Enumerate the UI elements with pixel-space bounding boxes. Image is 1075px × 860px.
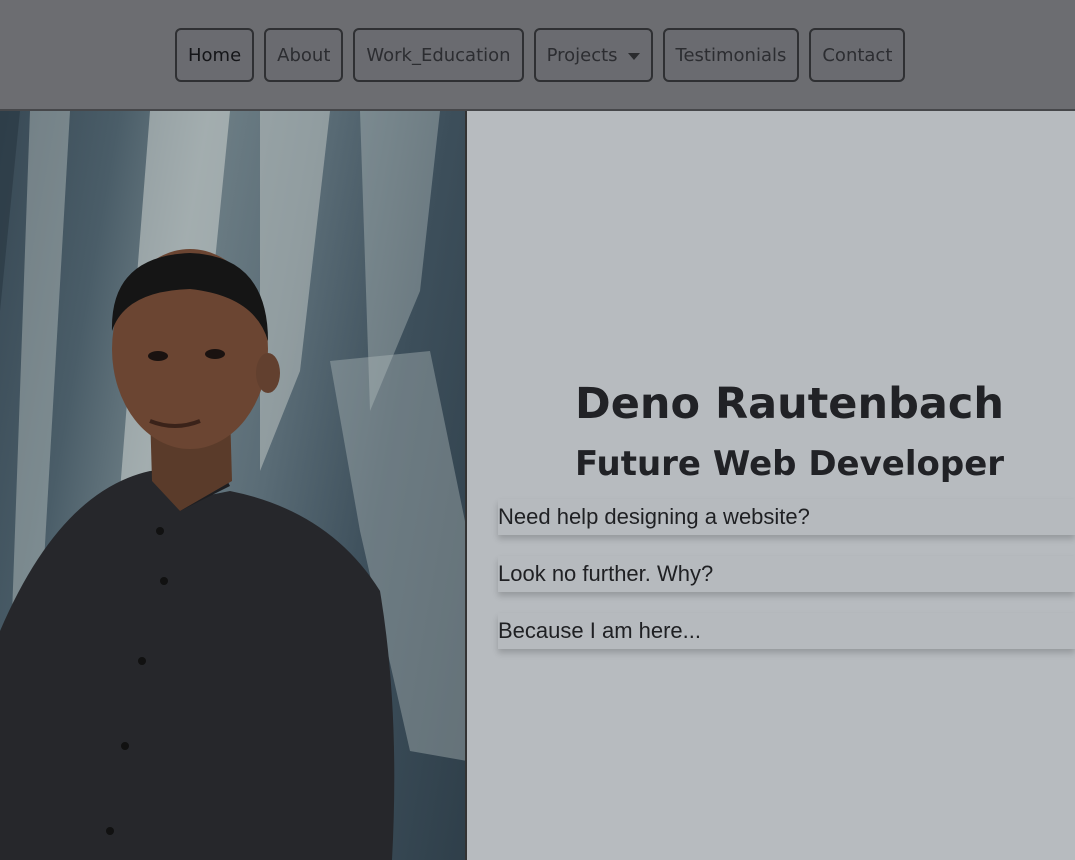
nav-work-education-label: Work_Education bbox=[366, 44, 511, 66]
hero-line: Need help designing a website? bbox=[498, 499, 1075, 535]
hero-role: Future Web Developer bbox=[574, 444, 1005, 484]
navbar: Home About Work_Education Projects Testi… bbox=[0, 0, 1075, 111]
profile-photo bbox=[0, 111, 467, 860]
profile-photo-illustration bbox=[0, 111, 465, 860]
nav-testimonials-button[interactable]: Testimonials bbox=[662, 28, 800, 82]
hero-name: Deno Rautenbach bbox=[575, 379, 1004, 429]
nav-list: Home About Work_Education Projects Testi… bbox=[175, 28, 906, 82]
nav-about-button[interactable]: About bbox=[264, 28, 344, 82]
caret-down-icon bbox=[627, 52, 640, 60]
nav-contact-button[interactable]: Contact bbox=[809, 28, 906, 82]
nav-projects-dropdown[interactable]: Projects bbox=[533, 28, 653, 82]
hero-line: Because I am here... bbox=[498, 613, 1075, 649]
hero-panel: Deno Rautenbach Future Web Developer Nee… bbox=[467, 111, 1075, 860]
nav-work-education-button[interactable]: Work_Education bbox=[353, 28, 524, 82]
nav-home-label: Home bbox=[188, 44, 242, 66]
nav-home-button[interactable]: Home bbox=[175, 28, 255, 82]
hero-line: Look no further. Why? bbox=[498, 556, 1075, 592]
nav-projects-label: Projects bbox=[546, 44, 618, 66]
nav-contact-label: Contact bbox=[822, 44, 893, 66]
nav-about-label: About bbox=[277, 44, 331, 66]
nav-testimonials-label: Testimonials bbox=[675, 44, 787, 66]
